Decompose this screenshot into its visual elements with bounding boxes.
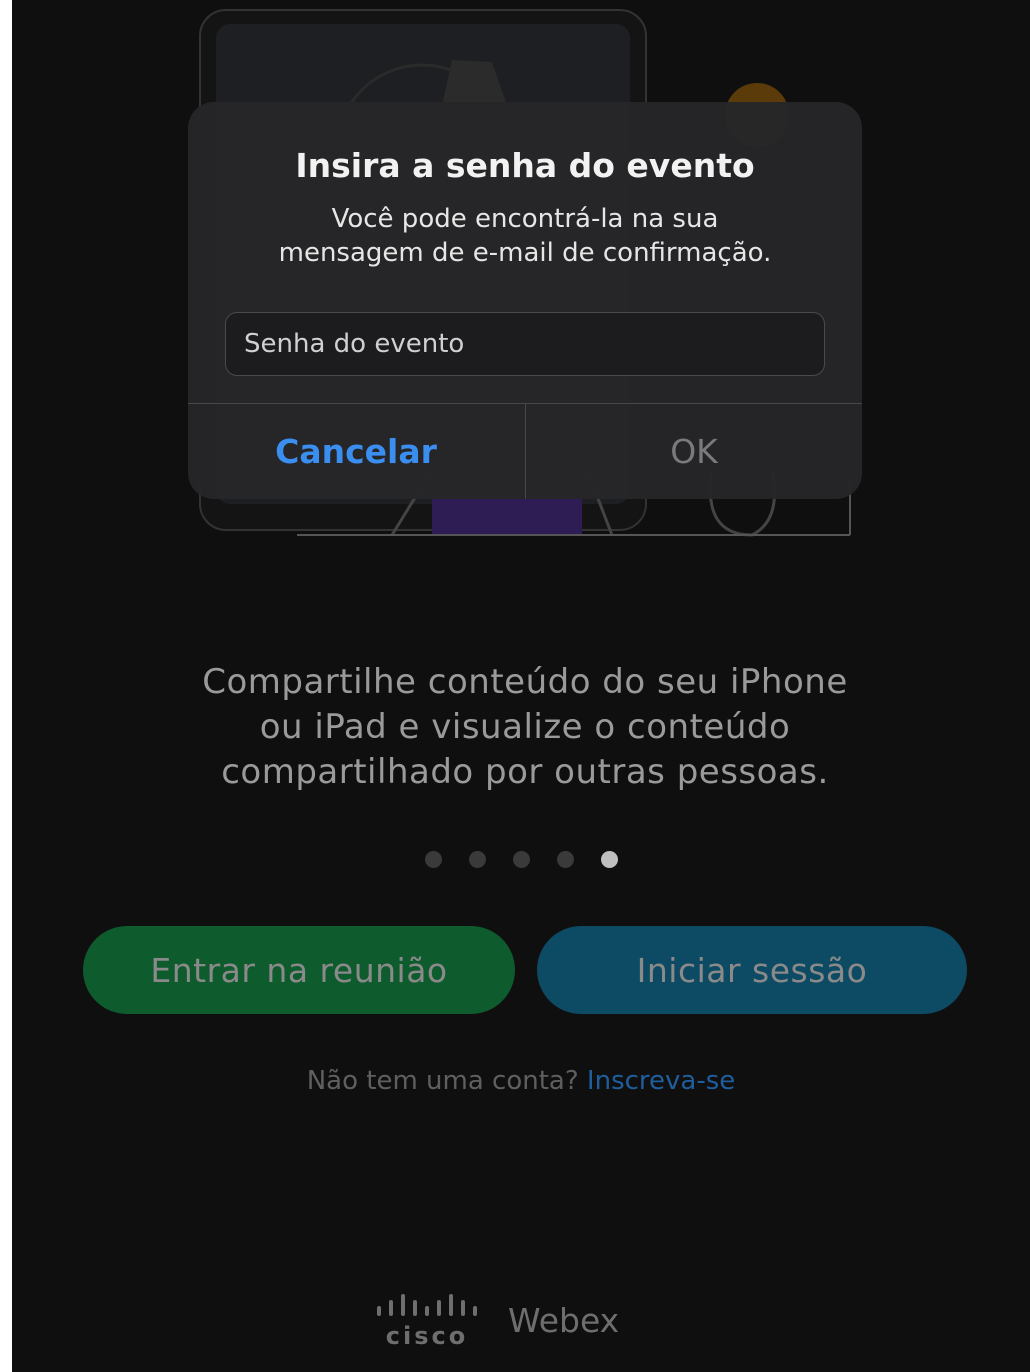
ok-button[interactable]: OK [526, 404, 862, 499]
event-password-input[interactable] [225, 312, 825, 376]
event-password-dialog: Insira a senha do evento Você pode encon… [188, 102, 862, 499]
cancel-button[interactable]: Cancelar [188, 404, 524, 499]
dialog-message: Você pode encontrá-la na sua mensagem de… [278, 204, 772, 268]
dialog-title: Insira a senha do evento [295, 146, 755, 185]
app-screen: Compartilhe conteúdo do seu iPhone ou iP… [12, 0, 1030, 1372]
